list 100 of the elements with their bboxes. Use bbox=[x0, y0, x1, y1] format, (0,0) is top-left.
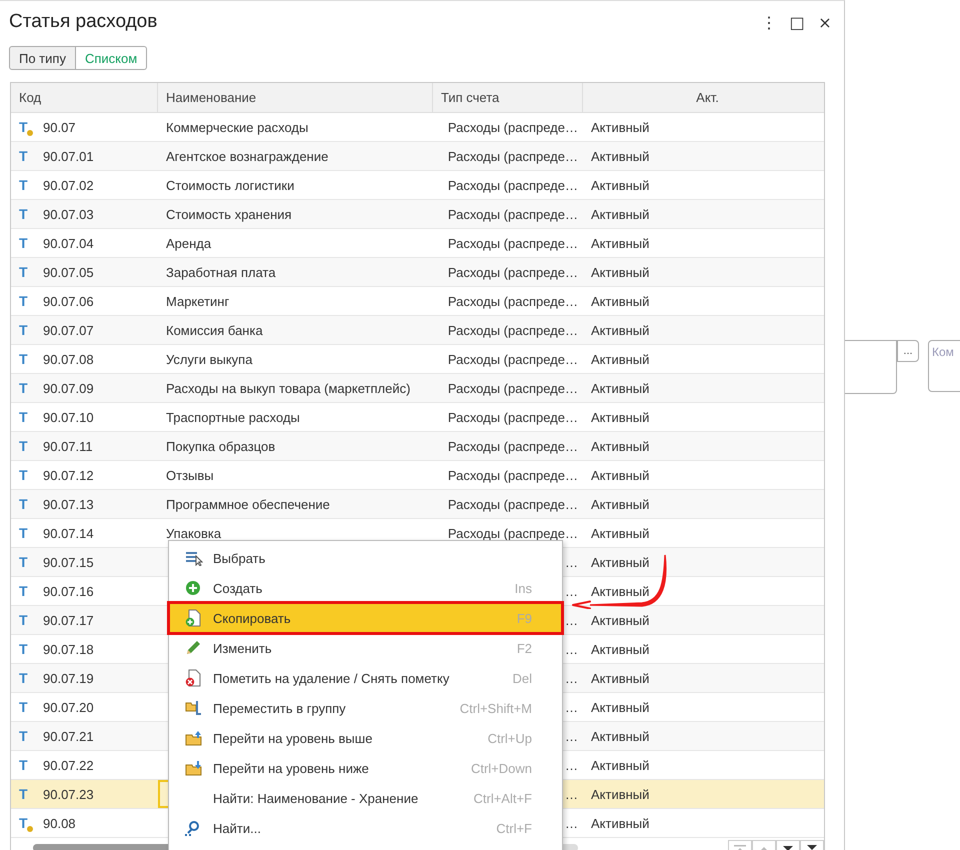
table-cell: Стоимость логистики bbox=[166, 178, 294, 192]
table-cell: 90.07.07 bbox=[43, 322, 94, 338]
table-cell: Активный bbox=[591, 468, 650, 482]
type-icon: Т bbox=[19, 583, 31, 599]
type-icon: Т bbox=[19, 757, 31, 773]
type-icon: Т bbox=[19, 438, 31, 454]
table-cell: 90.07.18 bbox=[43, 642, 94, 656]
table-cell: Активный bbox=[591, 526, 650, 540]
type-icon: Т bbox=[19, 670, 31, 686]
table-cell: Активный bbox=[591, 352, 650, 366]
table-cell: Расходы (распреде… bbox=[448, 294, 578, 308]
table-cell: Отзывы bbox=[166, 468, 214, 482]
table-cell: … bbox=[565, 786, 578, 802]
table-cell: Активный bbox=[591, 120, 650, 134]
table-cell: Активный bbox=[591, 728, 650, 744]
table-cell: Расходы на выкуп товара (маркетплейс) bbox=[166, 380, 410, 396]
type-icon: Т bbox=[19, 554, 31, 570]
table-cell: Активный bbox=[591, 236, 650, 250]
table-cell: Комиссия банка bbox=[166, 322, 263, 338]
table-cell: 90.07.16 bbox=[43, 584, 94, 598]
table-cell: 90.07.21 bbox=[43, 728, 94, 744]
table-cell: Активный bbox=[591, 642, 650, 656]
table-cell: Активный bbox=[591, 294, 650, 308]
table-cell: Активный bbox=[591, 206, 650, 222]
type-icon: Т bbox=[19, 177, 31, 193]
table-cell: Расходы (распреде… bbox=[448, 496, 578, 512]
table-cell: Расходы (распреде… bbox=[448, 410, 578, 424]
type-icon: Т bbox=[19, 641, 31, 657]
table-cell: Услуги выкупа bbox=[166, 352, 252, 366]
table-cell: 90.08 bbox=[43, 816, 76, 830]
type-icon: Т bbox=[19, 612, 31, 628]
table-cell: Коммерческие расходы bbox=[166, 120, 308, 134]
table-cell: … bbox=[565, 816, 578, 830]
type-icon: Т bbox=[19, 699, 31, 715]
type-icon: Т bbox=[19, 322, 31, 338]
table-cell: 90.07.02 bbox=[43, 178, 94, 192]
type-icon: Т bbox=[19, 264, 31, 280]
table-cell: 90.07.08 bbox=[43, 352, 94, 366]
table-cell: Активный bbox=[591, 554, 650, 570]
table-cell: Расходы (распреде… bbox=[448, 264, 578, 280]
table-cell: … bbox=[565, 728, 578, 744]
table-cell: 90.07.22 bbox=[43, 758, 94, 772]
table-cell: 90.07.15 bbox=[43, 554, 94, 570]
table-cell: Активный bbox=[591, 148, 650, 164]
table-cell: … bbox=[565, 758, 578, 772]
table-cell: 90.07.11 bbox=[43, 438, 93, 454]
table-cell: … bbox=[565, 700, 578, 714]
type-icon: Т bbox=[19, 728, 31, 744]
table-cell: Активный bbox=[591, 410, 650, 424]
table-cell: Расходы (распреде… bbox=[448, 322, 578, 338]
window-title: Статья расходов bbox=[9, 11, 158, 33]
table-cell: Активный bbox=[591, 786, 650, 802]
table-cell: … bbox=[565, 612, 578, 628]
table-cell: 90.07.03 bbox=[43, 206, 94, 222]
type-icon: Т bbox=[19, 496, 31, 512]
table-cell: 90.07.04 bbox=[43, 236, 94, 250]
type-icon: Т bbox=[19, 235, 31, 251]
type-icon: Т bbox=[19, 148, 31, 164]
table-cell: 90.07.23 bbox=[43, 786, 94, 802]
table-cell: Расходы (распреде… bbox=[448, 148, 578, 164]
table-cell: 90.07.20 bbox=[43, 700, 94, 714]
table-cell: Активный bbox=[591, 700, 650, 714]
table-cell: Активный bbox=[591, 264, 650, 280]
type-icon: Т bbox=[19, 380, 31, 396]
table-cell: … bbox=[565, 642, 578, 656]
table-cell: Заработная плата bbox=[166, 264, 276, 280]
table-cell: Агентское вознаграждение bbox=[166, 148, 328, 164]
table-cell: Активный bbox=[591, 816, 650, 830]
table-cell: 90.07 bbox=[43, 120, 76, 134]
table-cell: Активный bbox=[591, 322, 650, 338]
type-icon: Т bbox=[19, 206, 31, 222]
type-icon: Т bbox=[19, 525, 31, 541]
table-cell: Активный bbox=[591, 612, 650, 628]
type-icon: Т bbox=[19, 293, 31, 309]
table-cell: Аренда bbox=[166, 236, 212, 250]
type-icon: Т bbox=[19, 467, 31, 483]
table-cell: Расходы (распреде… bbox=[448, 120, 578, 134]
table-cell: 90.07.12 bbox=[43, 468, 94, 482]
table-cell: Траспортные расходы bbox=[166, 410, 300, 424]
table-cell: 90.07.06 bbox=[43, 294, 94, 308]
table-cell: 90.07.17 bbox=[43, 612, 94, 628]
table-cell: Расходы (распреде… bbox=[448, 380, 578, 396]
table-cell: Упаковка bbox=[166, 526, 222, 540]
table-cell: 90.07.10 bbox=[43, 410, 94, 424]
table-cell: 90.07.09 bbox=[43, 380, 94, 396]
table-cell: Маркетинг bbox=[166, 294, 230, 308]
table-cell: 90.07.05 bbox=[43, 264, 94, 280]
type-icon: Т bbox=[19, 351, 31, 367]
table-cell: Расходы (распреде… bbox=[448, 438, 578, 454]
table-cell: … bbox=[565, 670, 578, 686]
table-cell: Активный bbox=[591, 670, 650, 686]
table-cell: Стоимость хранения bbox=[166, 206, 292, 222]
type-icon: Т bbox=[19, 786, 31, 802]
table-cell: 90.07.19 bbox=[43, 670, 94, 686]
table-cell: Активный bbox=[591, 438, 650, 454]
table-cell: Активный bbox=[591, 584, 650, 598]
table-cell: 90.07.01 bbox=[43, 148, 94, 164]
table-cell: Активный bbox=[591, 178, 650, 192]
table-cell: Расходы (распреде… bbox=[448, 236, 578, 250]
table-cell: Активный bbox=[591, 758, 650, 772]
